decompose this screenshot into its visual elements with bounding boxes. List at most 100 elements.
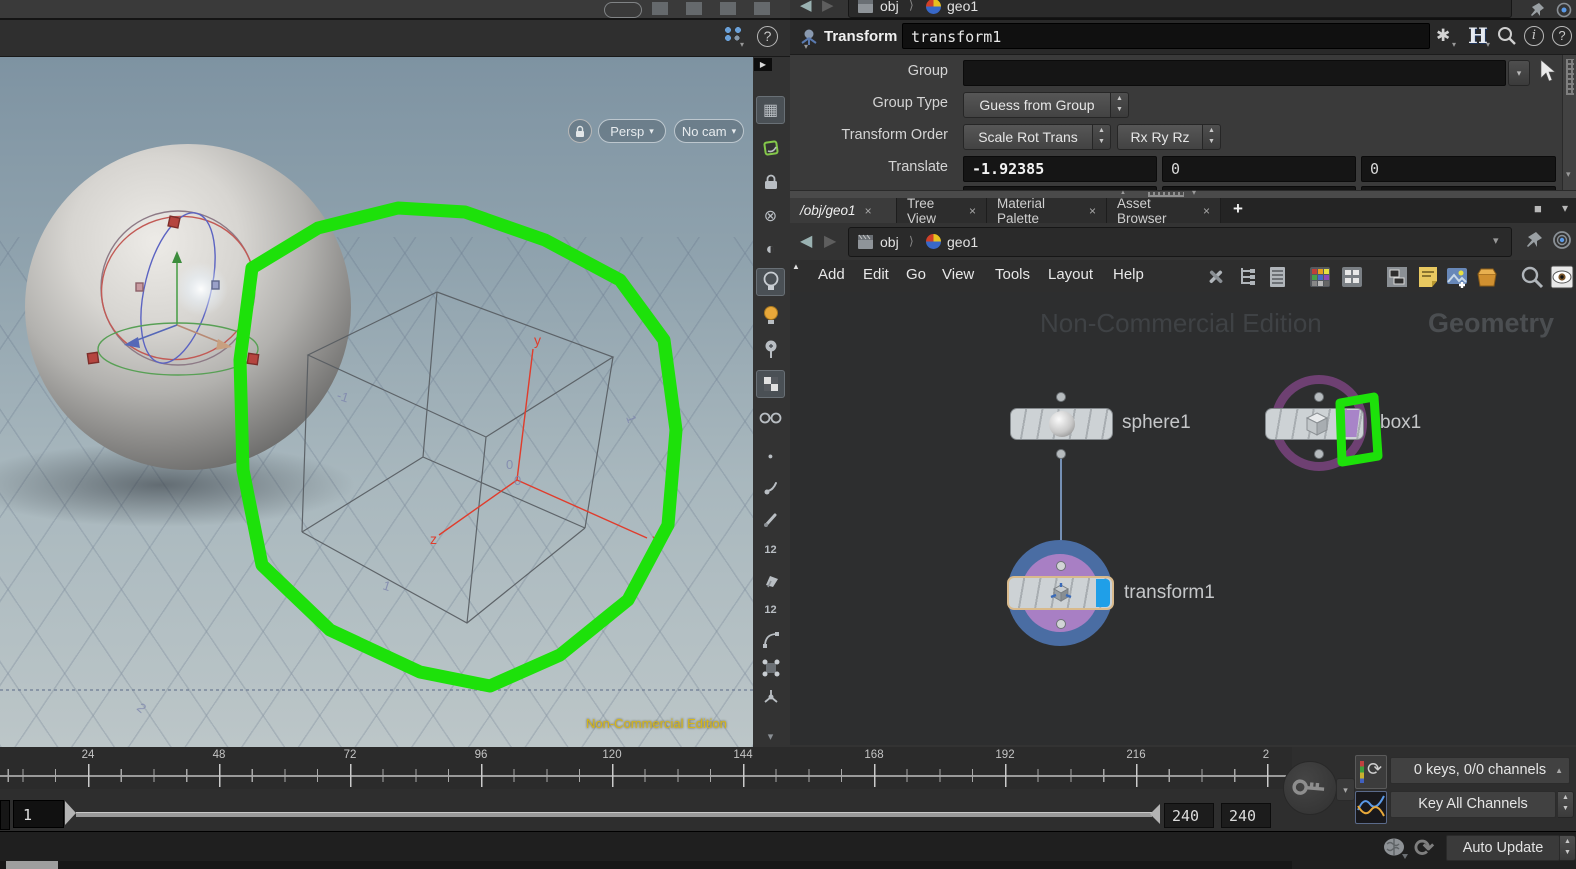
tree-view-icon[interactable] — [1237, 265, 1261, 289]
high-quality-lights-icon[interactable] — [756, 302, 785, 330]
no-lights-icon[interactable]: ⊗ — [756, 202, 785, 230]
follow-target-icon[interactable] — [1556, 2, 1572, 18]
image-add-icon[interactable] — [1445, 265, 1469, 289]
auto-key-button[interactable]: ⟳ — [1355, 755, 1387, 789]
visibility-eye-icon[interactable] — [1550, 265, 1574, 289]
info-icon[interactable]: i — [1524, 26, 1544, 46]
view-lock-icon[interactable] — [756, 168, 785, 196]
node-sphere1[interactable] — [1010, 408, 1113, 440]
tab-close-icon[interactable]: × — [1203, 204, 1210, 218]
help-icon[interactable]: ? — [757, 26, 778, 47]
forward-icon[interactable]: ▶ — [822, 0, 834, 14]
menu-layout[interactable]: Layout — [1048, 266, 1093, 283]
playbar-end-marker[interactable] — [1150, 804, 1160, 824]
points-icon[interactable]: ● — [756, 442, 785, 470]
tab-close-icon[interactable]: × — [865, 204, 872, 218]
box1-input-connector[interactable] — [1314, 392, 1324, 402]
set-key-button[interactable] — [1283, 761, 1337, 815]
tab-asset-browser[interactable]: Asset Browser × — [1107, 196, 1221, 226]
pivot-icon[interactable] — [756, 684, 785, 712]
pin-icon[interactable] — [1526, 231, 1544, 249]
transform-order-menu[interactable]: Scale Rot Trans — [963, 124, 1093, 150]
channel-editor-button[interactable] — [1355, 791, 1387, 824]
group-dropdown-button[interactable]: ▾ — [1508, 60, 1530, 86]
rotate-order-spinner[interactable]: ▲ ▼ — [1203, 124, 1221, 150]
houdini-help-icon[interactable]: H — [1468, 23, 1488, 48]
view-perspective-menu[interactable]: Persp ▾ — [598, 119, 666, 143]
menu-help[interactable]: Help — [1113, 266, 1144, 283]
memory-brain-icon[interactable] — [1382, 836, 1410, 860]
menu-add[interactable]: Add — [818, 266, 845, 283]
global-end-field[interactable]: 240 — [1221, 803, 1271, 828]
path-dropdown-icon[interactable]: ▾ — [1493, 234, 1499, 247]
transform-order-spinner[interactable]: ▲ ▼ — [1093, 124, 1111, 150]
tab-obj-geo1[interactable]: /obj/geo1 × — [790, 198, 897, 223]
range-end-field[interactable]: 240 — [1164, 803, 1214, 828]
new-tab-icon[interactable]: + — [1233, 199, 1243, 219]
tab-material-palette[interactable]: Material Palette × — [987, 196, 1107, 226]
tab-close-icon[interactable]: × — [969, 204, 976, 218]
back-icon[interactable]: ◀ — [800, 231, 812, 251]
keys-summary-dropdown[interactable]: 0 keys, 0/0 channels ▲ — [1390, 757, 1570, 784]
rotate-order-menu[interactable]: Rx Ry Rz — [1117, 124, 1203, 150]
point-markers-icon[interactable] — [756, 506, 785, 534]
node-transform1[interactable] — [1007, 576, 1114, 610]
color-palette-icon[interactable] — [1308, 265, 1332, 289]
recook-icon[interactable]: ⟳ — [1414, 834, 1434, 863]
key-mode-dropdown[interactable]: Key All Channels — [1390, 791, 1556, 818]
menubar-stow-icon[interactable]: ▲ — [792, 262, 800, 271]
profiles-icon[interactable] — [756, 626, 785, 654]
sphere1-output-connector[interactable] — [1056, 449, 1066, 459]
pin-icon[interactable] — [1530, 2, 1546, 18]
pane-menu-caret-icon[interactable]: ▾ — [1562, 201, 1568, 215]
translate-x-input[interactable]: -1.92385 — [963, 156, 1157, 182]
light-pin-icon[interactable] — [756, 336, 785, 364]
transform1-label[interactable]: transform1 — [1124, 582, 1215, 604]
box1-output-connector[interactable] — [1314, 449, 1324, 459]
node-name-field[interactable]: transform1 — [902, 23, 1430, 49]
menu-view[interactable]: View — [942, 266, 974, 283]
transform1-display-flag[interactable] — [1096, 579, 1110, 607]
group-type-menu[interactable]: Guess from Group — [963, 92, 1111, 118]
sphere1-input-connector[interactable] — [1056, 392, 1066, 402]
key-options-button[interactable]: ▾ — [1336, 778, 1355, 801]
primitive-numbers-icon[interactable]: 12 — [756, 596, 785, 624]
group-type-spinner[interactable]: ▲ ▼ — [1111, 92, 1129, 118]
headlight-only-icon[interactable]: ◐ — [756, 236, 785, 264]
visualizers-icon[interactable] — [756, 404, 785, 432]
group-input[interactable] — [963, 60, 1506, 86]
search-icon[interactable] — [1496, 25, 1518, 47]
gallery-basket-icon[interactable] — [1475, 265, 1499, 289]
normal-lights-icon[interactable] — [756, 268, 785, 296]
timeline-ruler[interactable] — [0, 747, 1292, 789]
key-mode-spinner[interactable]: ▲ ▼ — [1558, 791, 1574, 818]
node-help-icon[interactable]: ? — [1552, 26, 1572, 46]
hscrollbar-track[interactable] — [0, 861, 1292, 869]
point-numbers-icon[interactable]: 12 — [756, 536, 785, 564]
network-path-field[interactable]: obj ⟩ geo1 ▾ — [848, 227, 1512, 257]
tools-icon[interactable] — [1205, 265, 1229, 289]
network-canvas[interactable]: Non-Commercial Edition Geometry sphere1 … — [790, 292, 1576, 745]
parameter-scrollbar[interactable]: ▾ — [1562, 55, 1576, 190]
find-node-icon[interactable] — [1520, 265, 1544, 289]
menu-tools[interactable]: Tools — [995, 266, 1030, 283]
handles-icon[interactable] — [756, 654, 785, 682]
gear-menu-icon[interactable]: ✱ — [1436, 26, 1450, 46]
point-normals-icon[interactable] — [756, 474, 785, 502]
scrollbar-down-icon[interactable]: ▾ — [1566, 169, 1571, 180]
path-obj-label[interactable]: obj — [880, 0, 899, 14]
toolbar-scroll-down-icon[interactable]: ▾ — [756, 722, 785, 750]
menu-go[interactable]: Go — [906, 266, 926, 283]
sphere1-label[interactable]: sphere1 — [1122, 412, 1191, 434]
pane-maximize-icon[interactable]: ■ — [1534, 201, 1542, 216]
transform1-output-connector[interactable] — [1056, 619, 1066, 629]
menu-edit[interactable]: Edit — [863, 266, 889, 283]
path-geo-label[interactable]: geo1 — [947, 234, 978, 250]
forward-icon[interactable]: ▶ — [824, 231, 836, 251]
group-select-arrow-icon[interactable] — [1538, 59, 1558, 83]
transform1-input-connector[interactable] — [1056, 561, 1066, 571]
primitives-icon[interactable] — [756, 566, 785, 594]
playhead-marker[interactable] — [65, 801, 76, 825]
smooth-shaded-icon[interactable] — [756, 370, 785, 398]
back-icon[interactable]: ◀ — [800, 0, 812, 14]
